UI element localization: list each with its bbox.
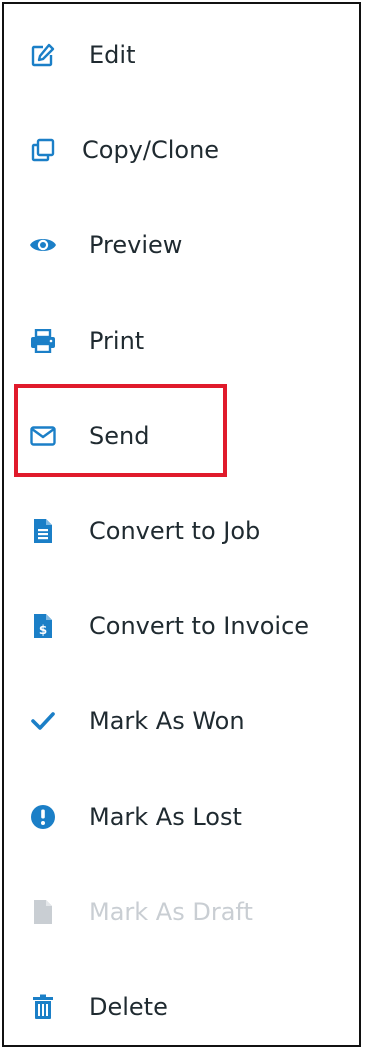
menu-item-edit[interactable]: Edit xyxy=(4,26,359,86)
exclamation-circle-icon xyxy=(28,802,58,832)
menu-item-preview[interactable]: Preview xyxy=(4,216,359,276)
menu-item-label: Convert to Invoice xyxy=(89,612,310,640)
eye-icon xyxy=(28,230,58,260)
menu-item-mark-as-draft: Mark As Draft xyxy=(4,883,359,943)
menu-item-convert-to-invoice[interactable]: $ Convert to Invoice xyxy=(4,597,359,657)
file-icon xyxy=(28,897,58,927)
menu-item-label: Copy/Clone xyxy=(82,136,220,164)
edit-icon xyxy=(28,40,58,70)
trash-icon xyxy=(28,992,58,1022)
document-icon xyxy=(28,516,58,546)
menu-item-label: Mark As Draft xyxy=(89,898,253,926)
svg-text:$: $ xyxy=(39,623,47,637)
menu-item-label: Convert to Job xyxy=(89,517,261,545)
menu-item-label: Print xyxy=(89,327,145,355)
menu-item-send[interactable]: Send xyxy=(4,407,359,467)
actions-menu: Edit Copy/Clone Preview Print Send Conve… xyxy=(2,2,361,1047)
menu-item-mark-as-won[interactable]: Mark As Won xyxy=(4,692,359,752)
envelope-icon xyxy=(28,421,58,451)
menu-item-copy-clone[interactable]: Copy/Clone xyxy=(4,121,359,181)
invoice-dollar-icon: $ xyxy=(28,611,58,641)
menu-item-label: Delete xyxy=(89,993,168,1021)
menu-item-label: Mark As Lost xyxy=(89,803,242,831)
checkmark-icon xyxy=(28,706,58,736)
copy-icon xyxy=(28,135,58,165)
menu-item-label: Preview xyxy=(89,231,183,259)
menu-item-mark-as-lost[interactable]: Mark As Lost xyxy=(4,788,359,848)
menu-item-label: Edit xyxy=(89,41,136,69)
menu-item-delete[interactable]: Delete xyxy=(4,978,359,1038)
menu-item-label: Mark As Won xyxy=(89,707,245,735)
printer-icon xyxy=(28,326,58,356)
menu-item-print[interactable]: Print xyxy=(4,312,359,372)
menu-item-label: Send xyxy=(89,422,150,450)
menu-item-convert-to-job[interactable]: Convert to Job xyxy=(4,502,359,562)
